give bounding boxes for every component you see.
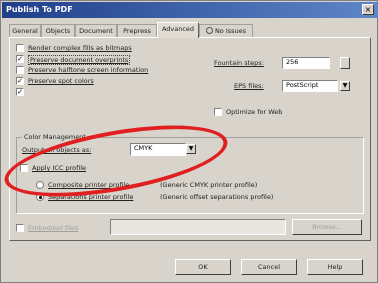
fountain-steps-label: Fountain steps:: [214, 59, 264, 67]
chevron-down-icon[interactable]: ▼: [186, 144, 196, 154]
preserve-halftone-label: Preserve halftone screen information: [28, 66, 149, 74]
optimize-web-checkbox[interactable]: [214, 108, 222, 116]
apply-icc-checkbox[interactable]: [20, 164, 28, 172]
preserve-spot-colors-label: Preserve spot colors: [28, 77, 94, 85]
advanced-panel: Render complex fills as bitmaps ✓ Preser…: [9, 37, 371, 241]
preserve-overprints-checkbox[interactable]: ✓: [16, 55, 24, 63]
browse-button[interactable]: Browse...: [292, 219, 362, 235]
publish-to-pdf-dialog: Publish To PDF × General Objects Documen…: [0, 0, 378, 283]
output-objects-select[interactable]: CMYK: [130, 143, 186, 156]
output-objects-label: Output all objects as:: [22, 146, 92, 154]
tab-no-issues[interactable]: No Issues: [199, 24, 253, 37]
separations-profile-radio[interactable]: [36, 193, 44, 201]
spot-option-checkbox[interactable]: ✓: [16, 88, 24, 96]
tab-objects[interactable]: Objects: [41, 24, 75, 37]
close-icon[interactable]: ×: [362, 4, 374, 15]
composite-profile-desc: (Generic CMYK printer profile): [160, 181, 258, 189]
preserve-spot-colors-checkbox[interactable]: ✓: [16, 77, 24, 85]
preserve-overprints-label: Preserve document overprints: [28, 55, 131, 65]
tab-prepress[interactable]: Prepress: [117, 24, 157, 37]
issues-icon: [205, 27, 213, 34]
help-button[interactable]: Help: [307, 259, 363, 275]
preserve-halftone-checkbox[interactable]: [16, 66, 24, 74]
tab-no-issues-label: No Issues: [214, 27, 247, 35]
chevron-down-icon[interactable]: ▼: [340, 81, 350, 91]
fountain-steps-spinner[interactable]: [340, 57, 350, 69]
embedded-files-input[interactable]: [110, 219, 286, 235]
embedded-files-label: Embedded files: [28, 224, 79, 232]
composite-profile-label: Composite printer profile: [48, 181, 130, 189]
fountain-steps-input[interactable]: 256: [282, 57, 330, 69]
title-bar[interactable]: Publish To PDF ×: [2, 2, 378, 18]
separations-profile-label: Separations printer profile: [48, 193, 134, 201]
eps-files-label: EPS files:: [234, 82, 264, 90]
render-fills-label: Render complex fills as bitmaps: [28, 44, 132, 52]
separations-profile-desc: (Generic offset separations profile): [160, 193, 274, 201]
render-fills-checkbox[interactable]: [16, 44, 24, 52]
tab-document[interactable]: Document: [75, 24, 117, 37]
tab-advanced[interactable]: Advanced: [157, 22, 199, 38]
window-title: Publish To PDF: [6, 5, 73, 14]
ok-button[interactable]: OK: [175, 259, 231, 275]
eps-files-select[interactable]: PostScript: [282, 80, 338, 92]
optimize-web-label: Optimize for Web: [226, 108, 283, 116]
apply-icc-label: Apply ICC profile: [32, 164, 87, 172]
color-management-heading: Color Management: [22, 133, 88, 141]
tab-general[interactable]: General: [9, 24, 41, 37]
embedded-files-checkbox[interactable]: [16, 224, 24, 232]
composite-profile-radio[interactable]: [36, 181, 44, 189]
cancel-button[interactable]: Cancel: [241, 259, 297, 275]
